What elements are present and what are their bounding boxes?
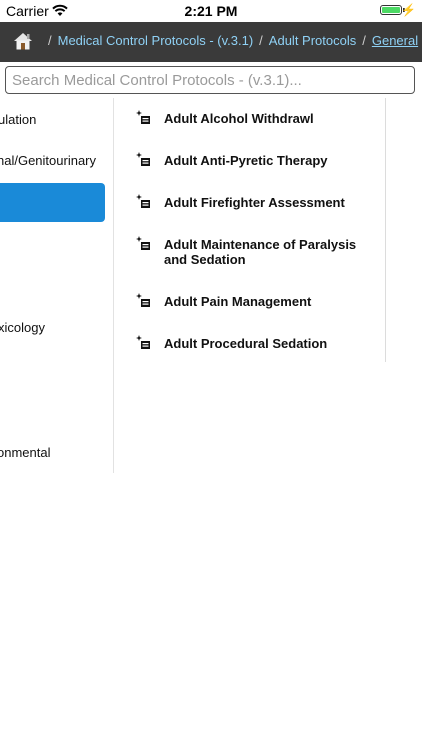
protocol-doc-icon [136, 236, 150, 250]
breadcrumb-separator: / [48, 33, 52, 48]
protocol-title: Adult Maintenance of Paralysis and Sedat… [164, 237, 357, 267]
category-label: xicology [0, 320, 45, 335]
breadcrumb-link-adult-protocols[interactable]: Adult Protocols [269, 33, 356, 48]
battery-icon [380, 5, 402, 15]
protocol-doc-icon [136, 194, 150, 208]
protocol-doc-icon [136, 293, 150, 307]
protocol-title: Adult Anti-Pyretic Therapy [164, 153, 328, 168]
breadcrumb-current-general[interactable]: General [372, 33, 418, 48]
breadcrumb-bar: / Medical Control Protocols - (v.3.1) / Adu… [0, 22, 422, 62]
protocol-title: Adult Firefighter Assessment [164, 195, 345, 210]
search-input[interactable] [6, 67, 414, 93]
protocol-title: Adult Alcohol Withdrawl [164, 111, 314, 126]
protocol-title: Adult Pain Management [164, 294, 312, 309]
category-label: nal/Genitourinary [0, 153, 96, 168]
category-item-selected[interactable] [0, 183, 105, 222]
home-icon[interactable] [12, 30, 34, 52]
breadcrumb-separator: / [259, 33, 263, 48]
clock: 2:21 PM [184, 3, 238, 19]
breadcrumb: / Medical Control Protocols - (v.3.1) / Adu… [42, 33, 418, 48]
category-label: ulation [0, 112, 37, 127]
category-label: onmental [0, 445, 51, 460]
status-bar: Carrier 2:21 PM ⚡ [0, 0, 422, 22]
search-box [5, 66, 415, 94]
protocol-doc-icon [136, 152, 150, 166]
protocol-doc-icon [136, 335, 150, 349]
category-list: ulation nal/Genitourinary xicology onmen… [0, 98, 114, 473]
protocol-list: Adult Alcohol Withdrawl Adult Anti-Pyret… [114, 98, 386, 362]
breadcrumb-link-protocols[interactable]: Medical Control Protocols - (v.3.1) [58, 33, 254, 48]
protocol-doc-icon [136, 110, 150, 124]
protocol-title: Adult Procedural Sedation [164, 336, 328, 351]
breadcrumb-separator: / [362, 33, 366, 48]
charging-bolt-icon: ⚡ [401, 3, 416, 17]
